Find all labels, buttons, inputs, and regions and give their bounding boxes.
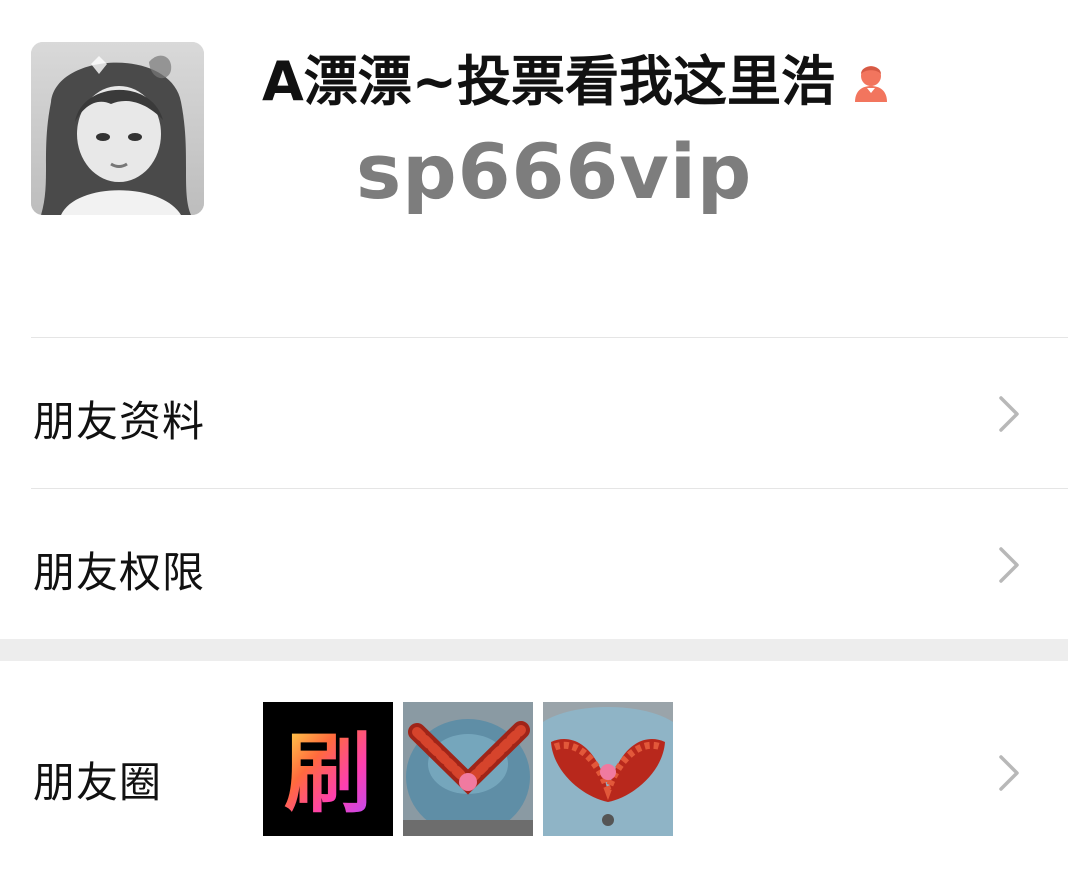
moments-thumb-text-image[interactable]: 刷 (263, 702, 393, 836)
moments-thumbnails: 刷 (263, 702, 673, 836)
profile-header: A漂漂~投票看我这里浩 sp666vip (0, 0, 1068, 337)
profile-page: A漂漂~投票看我这里浩 sp666vip 朋友资料 朋友权限 朋友圈 刷 (0, 0, 1068, 871)
section-gap (0, 639, 1068, 661)
chevron-right-icon (995, 394, 1023, 434)
thumb-character: 刷 (284, 722, 372, 825)
chevron-right-icon (995, 545, 1023, 585)
moments-label: 朋友圈 (33, 758, 163, 807)
avatar-photo (31, 42, 204, 215)
chevron-right-icon (995, 753, 1023, 793)
friend-info-label: 朋友资料 (33, 397, 206, 446)
display-name: A漂漂~投票看我这里浩 (262, 50, 836, 113)
female-icon (849, 60, 893, 104)
wechat-id: sp666vip (356, 127, 753, 216)
avatar[interactable] (31, 42, 204, 215)
friend-info-row[interactable]: 朋友资料 (0, 338, 1068, 488)
friend-permissions-label: 朋友权限 (33, 548, 206, 597)
friend-permissions-row[interactable]: 朋友权限 (0, 489, 1068, 639)
moments-thumb-wedding-car[interactable] (403, 702, 533, 836)
name-row: A漂漂~投票看我这里浩 (262, 46, 893, 118)
moments-thumb-wedding-car-front[interactable] (543, 702, 673, 836)
